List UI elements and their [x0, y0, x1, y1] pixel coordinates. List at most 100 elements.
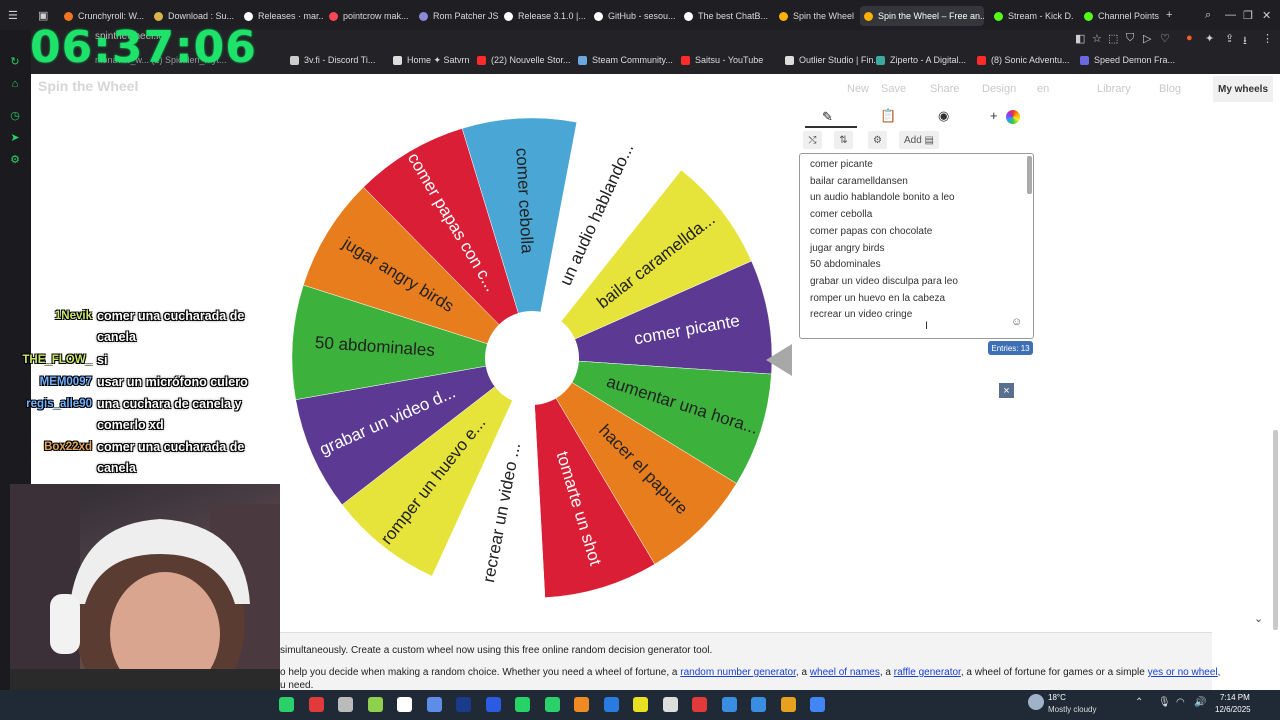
taskbar-app-icon[interactable] — [308, 697, 324, 712]
taskbar-app-icon[interactable] — [574, 697, 589, 712]
refresh-icon[interactable]: ↻ — [9, 56, 21, 68]
clock-date[interactable]: 12/6/2025 — [1215, 705, 1251, 714]
taskbar-app-icon[interactable] — [397, 697, 412, 712]
browser-tab[interactable]: The best ChatB... — [680, 6, 769, 26]
bookmark-item[interactable]: Steam Community... — [578, 55, 673, 65]
taskbar-app-icon[interactable] — [338, 697, 353, 712]
nav-new[interactable]: New — [847, 83, 869, 95]
taskbar-app-icon[interactable] — [751, 697, 766, 712]
taskbar-app-icon[interactable] — [721, 697, 737, 712]
taskbar-app-icon[interactable] — [426, 697, 442, 712]
bookmark-icon[interactable]: ☆ — [1092, 32, 1102, 45]
nav-share[interactable]: Share — [930, 83, 959, 95]
clock-time[interactable]: 7:14 PM — [1220, 693, 1250, 702]
play-icon[interactable]: ▷ — [1143, 32, 1151, 45]
close-window-icon[interactable]: ✕ — [1262, 9, 1271, 22]
entry-line[interactable]: un audio hablandole bonito a leo — [810, 192, 955, 203]
textarea-scrollbar[interactable] — [1027, 156, 1032, 194]
entry-line[interactable]: comer cebolla — [810, 209, 872, 220]
edit-pencil-icon[interactable]: ✎ — [822, 109, 833, 125]
taskbar-app-icon[interactable] — [662, 697, 678, 712]
taskbar-app-icon[interactable] — [633, 697, 648, 712]
browser-tab[interactable]: Channel Points — [1080, 6, 1164, 26]
download-icon[interactable]: ⭳ — [1243, 32, 1247, 51]
bookmark-item[interactable]: 3v.fi - Discord Ti... — [290, 55, 375, 65]
browser-tab[interactable]: GitHub - sesou... — [590, 6, 676, 26]
bookmark-item[interactable]: (8) Sonic Adventu... — [977, 55, 1070, 65]
more-icon[interactable]: ⋮ — [1262, 32, 1273, 45]
entry-line[interactable]: romper un huevo en la cabeza — [810, 293, 945, 304]
taskbar-app-icon[interactable] — [692, 697, 707, 712]
taskbar-app-icon[interactable] — [810, 697, 825, 712]
bookmark-item[interactable]: Home ✦ Satvrn — [393, 55, 470, 66]
add-icon[interactable]: + — [990, 108, 998, 123]
bookmark-item[interactable]: Speed Demon Fra... — [1080, 55, 1175, 65]
nav-blog[interactable]: Blog — [1159, 83, 1181, 95]
close-icon[interactable]: × — [999, 383, 1014, 398]
spin-wheel[interactable]: comer picanteaumentar una hora...hacer e… — [280, 108, 790, 608]
puzzle-icon[interactable]: ✦ — [1205, 32, 1214, 45]
entry-line[interactable]: jugar angry birds — [810, 243, 884, 254]
tab-list-icon[interactable]: ▣ — [38, 9, 48, 22]
shuffle-button[interactable]: ⤭ — [803, 131, 822, 149]
taskbar-app-icon[interactable] — [279, 697, 294, 712]
bookmark-item[interactable]: Ziperto - A Digital... — [876, 55, 966, 65]
send-icon[interactable]: ➤ — [9, 132, 21, 144]
history-icon[interactable]: ◷ — [9, 110, 21, 122]
mic-icon[interactable]: 🎙 — [1158, 697, 1171, 708]
hide-eye-icon[interactable]: ◉ — [938, 108, 949, 124]
taskbar-app-icon[interactable] — [456, 697, 471, 712]
volume-icon[interactable]: 🔊 — [1194, 697, 1206, 708]
wifi-icon[interactable]: ◠ — [1176, 697, 1185, 708]
shield-icon[interactable]: ⛉ — [1126, 32, 1134, 45]
weather-status[interactable]: Mostly cloudy — [1048, 705, 1096, 714]
settings-gear-button[interactable]: ⚙ — [868, 131, 887, 149]
taskbar-app-icon[interactable] — [544, 697, 560, 712]
link-wheel-of-names[interactable]: wheel of names — [810, 667, 880, 678]
nav-save[interactable]: Save — [881, 83, 906, 95]
link-yes-or-no-wheel[interactable]: yes or no wheel — [1148, 667, 1218, 678]
extension-icon[interactable]: ● — [1186, 32, 1193, 44]
page-scrollbar[interactable] — [1273, 430, 1278, 630]
bookmark-item[interactable]: Saitsu - YouTube — [681, 55, 763, 65]
bookmark-item[interactable]: Outlier Studio | Fin... — [785, 55, 881, 65]
link-random-number-generator[interactable]: random number generator — [680, 667, 796, 678]
wheel-center-hub[interactable] — [485, 311, 579, 405]
entry-line[interactable]: 50 abdominales — [810, 259, 881, 270]
browser-tab[interactable]: Stream - Kick D... — [990, 6, 1074, 26]
color-wheel-icon[interactable] — [1006, 110, 1020, 124]
sort-button[interactable]: ⇅ — [834, 131, 853, 149]
rail-icon-1[interactable]: ⌂ — [9, 78, 21, 90]
bookmark-item[interactable]: (22) Nouvelle Stor... — [477, 55, 571, 65]
site-logo[interactable]: Spin the Wheel — [38, 78, 138, 94]
share-icon[interactable]: ⇪ — [1225, 32, 1234, 45]
my-wheels-button[interactable]: My wheels — [1213, 76, 1273, 102]
entry-line[interactable]: grabar un video disculpa para leo — [810, 276, 958, 287]
tray-chevron-icon[interactable]: ⌃ — [1135, 697, 1143, 708]
add-image-button[interactable]: Add ▤ — [899, 131, 939, 149]
sidebar-icon[interactable]: ◧ — [1075, 32, 1085, 45]
heart-icon[interactable]: ♡ — [1160, 32, 1170, 45]
nav-design[interactable]: Design — [982, 83, 1016, 95]
settings-icon[interactable]: ⚙ — [9, 154, 21, 166]
entry-line[interactable]: comer picante — [810, 159, 873, 170]
taskbar-app-icon[interactable] — [515, 697, 530, 712]
taskbar-app-icon[interactable] — [780, 697, 796, 712]
nav-language[interactable]: en — [1037, 83, 1049, 95]
chevron-down-icon[interactable]: ⌄ — [1254, 612, 1263, 625]
browser-tab[interactable]: pointcrow mak... — [325, 6, 411, 26]
entry-line[interactable]: recrear un video cringe — [810, 309, 912, 320]
browser-tab[interactable]: Rom Patcher JS — [415, 6, 499, 26]
weather-temperature[interactable]: 18°C — [1048, 693, 1066, 702]
browser-tab[interactable]: Spin the Wheel — [775, 6, 859, 26]
taskbar-app-icon[interactable] — [367, 697, 383, 712]
entry-line[interactable]: comer papas con chocolate — [810, 226, 932, 237]
emoji-icon[interactable]: ☺ — [1011, 316, 1022, 328]
minimize-icon[interactable]: — — [1225, 9, 1236, 21]
browser-tab[interactable]: Spin the Wheel – Free an... — [860, 6, 984, 26]
menu-icon[interactable]: ☰ — [8, 9, 18, 22]
search-icon[interactable]: ⌕ — [1205, 9, 1211, 22]
link-raffle-generator[interactable]: raffle generator — [894, 667, 961, 678]
clipboard-icon[interactable]: 📋 — [880, 108, 896, 124]
browser-tab[interactable]: Release 3.1.0 |... — [500, 6, 586, 26]
